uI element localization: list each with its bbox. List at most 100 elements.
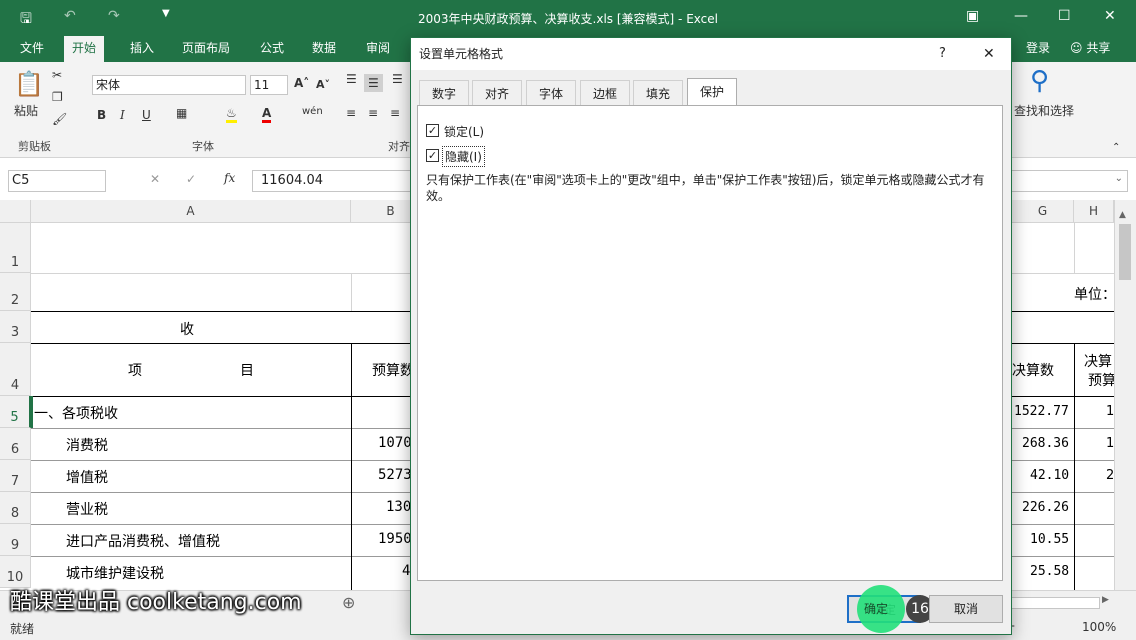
tab-file[interactable]: 文件 [12,36,52,62]
cell-a5[interactable]: 一、各项税收 [34,403,118,423]
align-top-icon[interactable]: ☰ [346,72,357,86]
tab-insert[interactable]: 插入 [122,36,162,62]
row-header[interactable]: 8 [0,492,31,524]
bold-button[interactable]: B [97,108,106,122]
row-header[interactable]: 3 [0,311,31,343]
paste-icon[interactable]: 📋 [14,70,44,98]
underline-button[interactable]: U [142,108,151,122]
zoom-level[interactable]: 100% [1082,620,1116,634]
font-color-icon[interactable]: A [262,106,272,123]
cell-a9[interactable]: 进口产品消费税、增值税 [66,531,220,551]
insert-function-button[interactable]: fx [224,171,235,185]
find-select-button[interactable]: 查找和选择 [1014,102,1074,119]
horizontal-scrollbar[interactable] [1010,597,1100,609]
maximize-icon[interactable]: ☐ [1058,8,1071,24]
tab-border[interactable]: 边框 [580,80,631,106]
share-button[interactable]: ☺ 共享 [1062,36,1118,62]
login-link[interactable]: 登录 [1018,36,1058,62]
cancel-button[interactable]: 取消 [929,595,1003,623]
format-painter-icon[interactable]: 🖌 [52,112,67,126]
italic-button[interactable]: I [120,108,125,122]
tab-fill[interactable]: 填充 [633,80,684,106]
header-budget[interactable]: 预算数 [372,360,414,380]
ribbon-display-icon[interactable]: ▣ [966,8,979,24]
header-shou[interactable]: 收 [180,319,194,339]
cell-a7[interactable]: 增值税 [66,467,108,487]
row-header[interactable]: 5 [0,396,31,428]
row-header[interactable]: 6 [0,428,31,460]
tab-protection[interactable]: 保护 [687,78,738,106]
minimize-icon[interactable]: — [1014,8,1028,24]
tab-alignment[interactable]: 对齐 [472,80,523,106]
close-window-icon[interactable]: ✕ [1104,8,1116,24]
help-button[interactable]: ? [939,38,946,70]
row-header[interactable]: 4 [0,343,31,396]
dialog-close-button[interactable]: ✕ [983,38,995,70]
tab-page-layout[interactable]: 页面布局 [174,36,238,62]
tab-formulas[interactable]: 公式 [252,36,292,62]
header-xiang[interactable]: 项 [128,360,142,380]
column-header-h[interactable]: H [1074,200,1114,223]
align-center-icon[interactable]: ≡ [368,106,378,120]
align-left-icon[interactable]: ≡ [346,106,356,120]
row-header[interactable]: 7 [0,460,31,492]
tab-home[interactable]: 开始 [64,36,105,62]
confirm-entry-icon[interactable]: ✓ [186,172,196,186]
add-sheet-icon[interactable]: ⊕ [342,593,355,612]
name-box[interactable]: C5 [8,170,106,192]
increase-font-icon[interactable]: A˄ [294,76,309,90]
align-middle-icon[interactable]: ☰ [364,74,383,92]
tab-number[interactable]: 数字 [419,80,470,106]
row-header[interactable]: 1 [0,223,31,273]
formula-input[interactable]: 11604.04 [252,170,410,192]
decrease-font-icon[interactable]: A˅ [316,78,330,91]
phonetic-icon[interactable]: wén [302,106,323,117]
cell-b6[interactable]: 1070 [378,435,412,451]
cell-g9[interactable]: 10.55 [1030,532,1069,547]
column-header-g[interactable]: G [1012,200,1074,223]
header-budget-2[interactable]: 预算 [1088,370,1116,390]
collapse-ribbon-icon[interactable]: ⌃ [1112,142,1120,153]
header-final-2[interactable]: 决算 [1084,351,1112,371]
cell-g5[interactable]: 1522.77 [1014,404,1069,419]
hidden-checkbox[interactable]: ✓ [426,149,439,162]
cell-a6[interactable]: 消费税 [66,435,108,455]
cell-g10[interactable]: 25.58 [1030,564,1069,579]
row-header[interactable]: 9 [0,524,31,556]
locked-checkbox[interactable]: ✓ [426,124,439,137]
copy-icon[interactable]: ❐ [52,90,63,104]
scroll-right-icon[interactable]: ▶ [1102,595,1109,605]
scroll-thumb[interactable] [1119,224,1131,280]
cancel-entry-icon[interactable]: ✕ [150,172,160,186]
cell-g8[interactable]: 226.26 [1022,500,1069,515]
tab-review[interactable]: 审阅 [358,36,398,62]
header-mu[interactable]: 目 [240,360,254,380]
find-icon[interactable]: ⚲ [1030,66,1049,96]
select-all-corner[interactable] [0,200,31,223]
font-name-select[interactable]: 宋体 [92,75,246,95]
align-right-icon[interactable]: ≡ [390,106,400,120]
cell-a8[interactable]: 营业税 [66,499,108,519]
column-header-a[interactable]: A [31,200,351,223]
unit-label[interactable]: 单位： [1074,284,1116,304]
row-header[interactable]: 2 [0,273,31,311]
fill-color-icon[interactable]: ♨ [226,106,237,123]
cell-g6[interactable]: 268.36 [1022,436,1069,451]
expand-formula-icon[interactable]: ⌄ [1115,173,1123,184]
tab-data[interactable]: 数据 [304,36,344,62]
align-bottom-icon[interactable]: ☰ [392,72,403,86]
hidden-label[interactable]: 隐藏(I) [442,146,485,167]
cell-g7[interactable]: 42.10 [1030,468,1069,483]
cell-a10[interactable]: 城市维护建设税 [66,563,164,583]
header-final[interactable]: 决算数 [1012,360,1054,380]
cell-b8[interactable]: 130 [386,499,411,515]
paste-button[interactable]: 粘贴 [14,102,38,119]
vertical-scrollbar[interactable]: ▲ [1114,200,1136,590]
tab-font[interactable]: 字体 [526,80,577,106]
locked-label[interactable]: 锁定(L) [444,123,484,140]
border-icon[interactable]: ▦ [176,106,187,120]
cell-b7[interactable]: 5273 [378,467,412,483]
cut-icon[interactable]: ✂ [52,68,62,82]
cell-b9[interactable]: 1950 [378,531,412,547]
scroll-up-icon[interactable]: ▲ [1119,210,1126,220]
